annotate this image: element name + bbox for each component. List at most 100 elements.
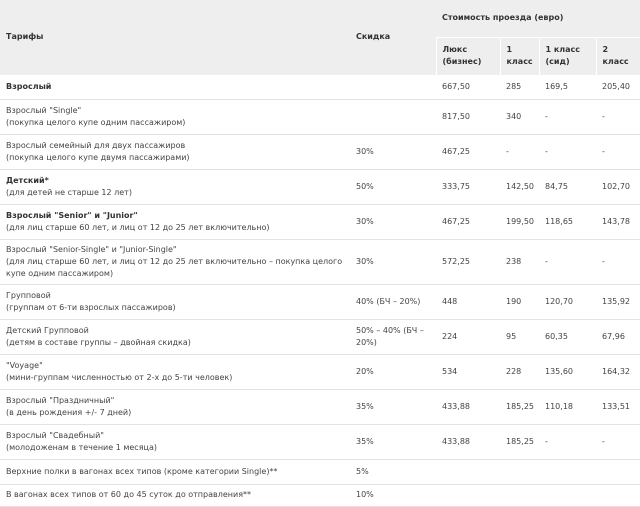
fares-table-body: Взрослый 667,50 285 169,5 205,40 Взрослый "Si… xyxy=(0,75,640,507)
price-second-cell: - xyxy=(596,424,640,460)
tariff-cell: Взрослый "Свадебный" (молодоженам в течен… xyxy=(0,424,350,460)
price-lux-cell xyxy=(436,484,500,507)
discount-cell: 35% xyxy=(350,424,436,460)
price-second-cell: 164,32 xyxy=(596,354,640,390)
tariffs-header: Тарифы xyxy=(0,0,350,76)
price-first-sid-cell: 84,75 xyxy=(539,169,596,205)
price-second-cell: 135,92 xyxy=(596,284,640,320)
price-first-sid-cell xyxy=(539,459,596,485)
table-row: Взрослый "Праздничный" (в день рождения +… xyxy=(0,389,640,425)
price-first-sid-cell: - xyxy=(539,424,596,460)
price-lux-cell: 333,75 xyxy=(436,169,500,205)
tariff-note: (молодоженам в течение 1 месяца) xyxy=(6,442,157,452)
discount-cell xyxy=(350,75,436,100)
tariff-note: (группам от 6-ти взрослых пассажиров) xyxy=(6,302,176,312)
price-lux-cell: 467,25 xyxy=(436,204,500,240)
price-first-cell: 95 xyxy=(500,319,539,355)
tariff-cell: Детский Групповой (детям в составе группы… xyxy=(0,319,350,355)
tariff-cell: В вагонах всех типов от 60 до 45 суток д… xyxy=(0,484,350,507)
price-first-sid-cell: 120,70 xyxy=(539,284,596,320)
price-second-cell: 133,51 xyxy=(596,389,640,425)
tariff-title: Взрослый "Single" xyxy=(6,105,82,115)
fares-table: Тарифы Скидка Стоимость проезда (евро) Л… xyxy=(0,0,640,507)
table-row: Взрослый 667,50 285 169,5 205,40 xyxy=(0,75,640,100)
price-first-cell: 185,25 xyxy=(500,424,539,460)
price-lux-cell: 467,25 xyxy=(436,134,500,170)
discount-header: Скидка xyxy=(350,0,436,76)
tariff-cell: "Voyage" (мини-группам численностью от 2-… xyxy=(0,354,350,390)
price-first-cell: 340 xyxy=(500,99,539,135)
price-first-cell: 185,25 xyxy=(500,389,539,425)
discount-cell: 50% xyxy=(350,169,436,205)
price-lux-cell: 433,88 xyxy=(436,424,500,460)
tariff-title: Групповой xyxy=(6,290,51,300)
price-lux-cell: 534 xyxy=(436,354,500,390)
tariff-title: "Voyage" xyxy=(6,360,43,370)
table-row: Взрослый семейный для двух пассажиров (по… xyxy=(0,134,640,170)
table-row: Взрослый "Senior" и "Junior" (для лиц ста… xyxy=(0,204,640,240)
tariff-cell: Взрослый "Праздничный" (в день рождения +… xyxy=(0,389,350,425)
discount-cell: 30% xyxy=(350,239,436,285)
price-lux-cell xyxy=(436,459,500,485)
table-row: Взрослый "Свадебный" (молодоженам в течен… xyxy=(0,424,640,460)
price-first-cell: 190 xyxy=(500,284,539,320)
price-lux-cell: 572,25 xyxy=(436,239,500,285)
price-first-cell: - xyxy=(500,134,539,170)
price-first-sid-cell: 118,65 xyxy=(539,204,596,240)
tariff-note: (в день рождения +/- 7 дней) xyxy=(6,407,132,417)
tariff-note: (покупка целого купе одним пассажиром) xyxy=(6,117,186,127)
price-second-cell: 102,70 xyxy=(596,169,640,205)
tariff-cell: Детский* (для детей не старше 12 лет) xyxy=(0,169,350,205)
tariff-cell: Взрослый семейный для двух пассажиров (по… xyxy=(0,134,350,170)
price-first-sid-cell: 60,35 xyxy=(539,319,596,355)
price-lux-cell: 224 xyxy=(436,319,500,355)
tariff-cell: Взрослый "Senior" и "Junior" (для лиц ста… xyxy=(0,204,350,240)
discount-cell: 40% (БЧ – 20%) xyxy=(350,284,436,320)
price-second-cell: - xyxy=(596,134,640,170)
price-second-cell: - xyxy=(596,99,640,135)
price-first-sid-cell: 110,18 xyxy=(539,389,596,425)
table-row: Взрослый "Senior-Single" и "Junior-Singl… xyxy=(0,239,640,285)
tariff-cell: Верхние полки в вагонах всех типов (кром… xyxy=(0,459,350,485)
price-lux-cell: 667,50 xyxy=(436,75,500,100)
class-header-second: 2 класс xyxy=(595,37,640,76)
tariff-cell: Взрослый "Senior-Single" и "Junior-Singl… xyxy=(0,239,350,285)
tariff-title: В вагонах всех типов от 60 до 45 суток д… xyxy=(6,490,252,499)
tariff-title: Взрослый "Свадебный" xyxy=(6,430,104,440)
price-first-cell: 285 xyxy=(500,75,539,100)
table-row: Верхние полки в вагонах всех типов (кром… xyxy=(0,459,640,485)
tariff-title: Взрослый семейный для двух пассажиров xyxy=(6,140,186,150)
tariff-title: Взрослый "Senior-Single" и "Junior-Singl… xyxy=(6,244,177,254)
tariff-cell: Взрослый "Single" (покупка целого купе од… xyxy=(0,99,350,135)
price-lux-cell: 448 xyxy=(436,284,500,320)
fares-table-header: Тарифы Скидка Стоимость проезда (евро) Л… xyxy=(0,0,640,76)
tariff-note: (мини-группам численностью от 2-х до 5-т… xyxy=(6,372,233,382)
class-header-first-sid: 1 класс (сид) xyxy=(538,37,596,76)
price-second-cell: 143,78 xyxy=(596,204,640,240)
table-row: Детский* (для детей не старше 12 лет) 50% 3… xyxy=(0,169,640,205)
price-first-sid-cell: - xyxy=(539,99,596,135)
table-row: "Voyage" (мини-группам численностью от 2-… xyxy=(0,354,640,390)
tariff-note: (для лиц старше 60 лет, и лиц от 12 до 2… xyxy=(6,222,270,232)
price-second-cell: - xyxy=(596,239,640,285)
discount-cell: 50% – 40% (БЧ – 20%) xyxy=(350,319,436,355)
tariff-title: Взрослый "Senior" и "Junior" xyxy=(6,210,138,220)
table-row: В вагонах всех типов от 60 до 45 суток д… xyxy=(0,484,640,507)
price-first-sid-cell: - xyxy=(539,134,596,170)
price-first-cell xyxy=(500,459,539,485)
discount-cell: 30% xyxy=(350,134,436,170)
price-second-cell xyxy=(596,459,640,485)
table-row: Групповой (группам от 6-ти взрослых пасса… xyxy=(0,284,640,320)
tariff-note: (для лиц старше 60 лет, и лиц от 12 до 2… xyxy=(6,256,343,278)
price-second-cell xyxy=(596,484,640,507)
discount-cell: 35% xyxy=(350,389,436,425)
tariff-title: Детский* xyxy=(6,175,49,185)
tariff-note: (покупка целого купе двумя пассажирами) xyxy=(6,152,190,162)
tariff-cell: Взрослый xyxy=(0,75,350,100)
tariff-title: Детский Групповой xyxy=(6,325,89,335)
price-first-cell xyxy=(500,484,539,507)
table-row: Взрослый "Single" (покупка целого купе од… xyxy=(0,99,640,135)
price-second-cell: 67,96 xyxy=(596,319,640,355)
price-first-sid-cell: 135,60 xyxy=(539,354,596,390)
price-first-cell: 238 xyxy=(500,239,539,285)
